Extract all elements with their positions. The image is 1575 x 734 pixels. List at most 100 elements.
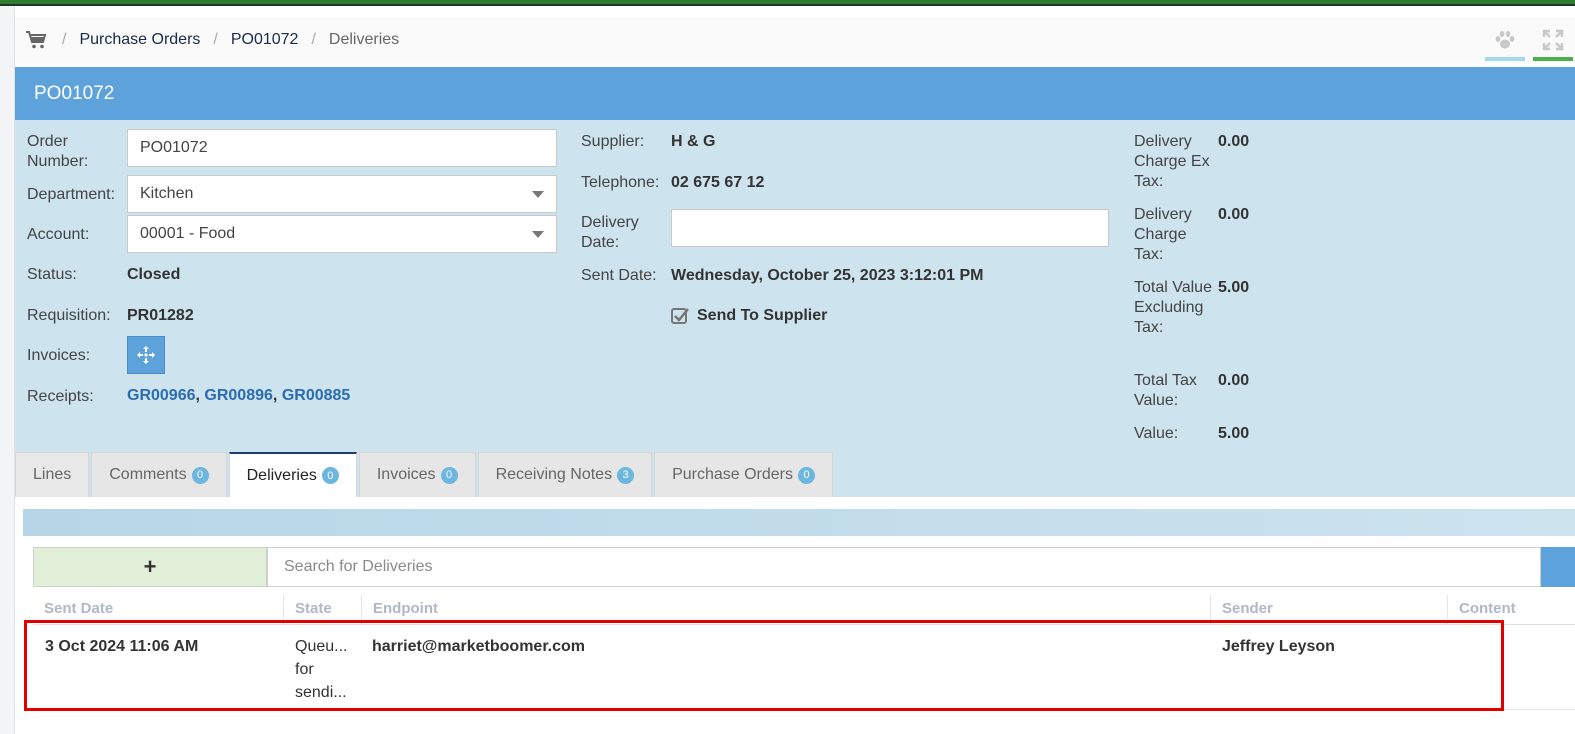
delivery-charge-tax-value: 0.00 [1218,206,1250,223]
tab-label: Purchase Orders [672,466,793,483]
tab-lines[interactable]: Lines [15,452,90,497]
shopping-cart-icon[interactable] [25,29,49,51]
paw-indicator [1485,57,1525,61]
telephone-label: Telephone: [581,174,660,191]
tab-comments[interactable]: Comments 0 [91,452,227,497]
department-value: Kitchen [140,185,194,202]
count-badge: 0 [440,466,458,484]
toolbar-icons [1479,17,1575,63]
order-number-label: Order Number: [27,133,89,170]
value-label: Value: [1134,425,1179,442]
requisition-label: Requisition: [27,307,111,324]
telephone-value: 02 675 67 12 [671,174,765,191]
count-badge: 3 [617,466,635,484]
delivery-charge-ex-tax-value: 0.00 [1218,133,1250,150]
expand-icon[interactable] [1531,17,1575,63]
breadcrumb: / Purchase Orders / PO01072 / Deliveries [15,17,1575,63]
total-value-excl-tax-value: 5.00 [1218,279,1250,296]
tab-label: Lines [33,466,72,483]
column-header-sender[interactable]: Sender [1210,595,1447,625]
cell-state: Queu... for sendi... [295,635,359,704]
column-header-state[interactable]: State [283,595,361,625]
column-header-endpoint[interactable]: Endpoint [361,595,1210,625]
panel-title: PO01072 [34,82,115,104]
count-badge: 0 [321,467,339,484]
total-value-excl-tax-label: Total Value Excluding Tax: [1134,279,1212,336]
department-select[interactable]: Kitchen [127,175,557,213]
invoices-button[interactable] [127,336,165,374]
tab-label: Deliveries [246,466,317,484]
count-badge: 0 [798,466,815,484]
status-label: Status: [27,266,77,283]
state-line: Queu... [295,638,348,655]
receipt-separator: , [272,387,278,404]
receipt-link[interactable]: GR00885 [282,387,351,404]
cell-sent-date: 3 Oct 2024 11:06 AM [45,638,199,655]
delivery-charge-tax-label: Delivery Charge Tax: [1134,206,1192,263]
receipts-label: Receipts: [27,388,94,405]
delivery-date-input[interactable] [671,209,1109,247]
breadcrumb-current: Deliveries [328,31,400,48]
account-select[interactable]: 00001 - Food [127,215,557,253]
state-line: for [295,661,314,678]
count-badge: 0 [191,466,209,484]
table-row[interactable]: 3 Oct 2024 11:06 AM Queu... for sendi...… [33,625,1575,710]
left-sidebar-strip [0,6,15,734]
plus-icon: + [143,554,157,579]
crosshair-move-icon [137,346,155,364]
deliveries-panel: + Sent Date State Endpoint Sender Conten… [15,497,1575,734]
state-line: sendi... [295,684,347,701]
send-to-supplier-checkbox[interactable]: Send To Supplier [671,307,827,325]
tab-purchase-orders[interactable]: Purchase Orders 0 [654,452,833,497]
supplier-value: H & G [671,133,716,150]
column-header-sent-date[interactable]: Sent Date [33,595,283,625]
supplier-label: Supplier: [581,133,645,150]
tab-label: Comments [109,466,187,483]
chevron-down-icon [532,231,544,238]
paw-icon[interactable] [1483,17,1527,63]
delivery-charge-ex-tax-label: Delivery Charge Ex Tax: [1134,133,1210,190]
chevron-down-icon [532,191,544,198]
search-button[interactable] [1541,547,1575,587]
cell-endpoint: harriet@marketboomer.com [372,638,586,655]
panel-header: PO01072 [15,67,1575,120]
breadcrumb-separator: / [62,31,67,48]
tab-label: Invoices [376,466,436,483]
cell-sender: Jeffrey Leyson [1222,638,1335,655]
search-input[interactable] [267,547,1541,587]
table-header: Sent Date State Endpoint Sender Content [33,595,1575,625]
account-value: 00001 - Food [140,225,236,242]
order-details-panel: Order Number: PO01072 Department: Kitche… [15,120,1575,497]
sent-date-value: Wednesday, October 25, 2023 3:12:01 PM [671,267,984,284]
column-header-content[interactable]: Content [1447,595,1575,625]
total-tax-value-label: Total Tax Value: [1134,372,1197,409]
sent-date-label: Sent Date: [581,267,657,284]
account-label: Account: [27,226,90,243]
receipt-link[interactable]: GR00896 [204,387,273,404]
breadcrumb-separator: / [213,31,218,48]
send-to-supplier-label: Send To Supplier [697,307,828,324]
order-number-input[interactable]: PO01072 [127,129,557,167]
breadcrumb-po-number[interactable]: PO01072 [231,31,299,49]
breadcrumb-purchase-orders[interactable]: Purchase Orders [79,31,200,49]
tab-deliveries[interactable]: Deliveries 0 [228,452,357,497]
checked-checkbox-icon [671,307,689,325]
add-delivery-button[interactable]: + [33,547,267,587]
value-value: 5.00 [1218,425,1250,442]
total-tax-value-value: 0.00 [1218,372,1250,389]
status-value: Closed [127,266,181,283]
breadcrumb-separator: / [311,31,316,48]
invoices-label: Invoices: [27,347,91,364]
receipt-link[interactable]: GR00966 [127,387,196,404]
tab-receiving-notes[interactable]: Receiving Notes 3 [477,452,653,497]
tab-bar: Lines Comments 0 Deliveries 0 Invoices 0… [15,452,835,497]
delivery-date-label: Delivery Date: [581,214,639,251]
tab-label: Receiving Notes [495,466,613,483]
department-label: Department: [27,186,116,203]
deliveries-header-band [23,509,1575,536]
requisition-value: PR01282 [127,307,194,324]
receipts-links: GR00966, GR00896, GR00885 [127,387,350,405]
tab-invoices[interactable]: Invoices 0 [358,452,476,497]
top-accent-bar [0,0,1575,6]
receipt-separator: , [195,387,200,404]
